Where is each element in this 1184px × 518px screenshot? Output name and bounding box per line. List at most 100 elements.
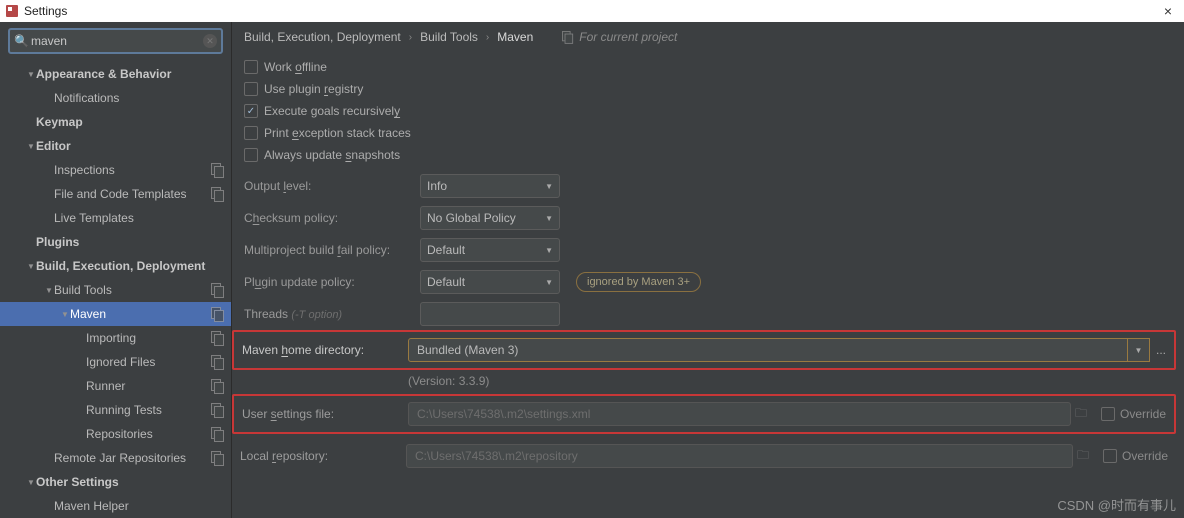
chevron-down-icon: ▼ (545, 182, 553, 191)
sidebar-item-plugins[interactable]: Plugins (0, 230, 231, 254)
sidebar-item-inspections[interactable]: Inspections (0, 158, 231, 182)
checkbox[interactable] (244, 60, 258, 74)
search-input[interactable]: 🔍 ✕ (8, 28, 223, 54)
sidebar-item-label: Repositories (86, 427, 211, 441)
folder-icon[interactable]: 🗀 (1071, 404, 1091, 425)
project-scope-icon (211, 187, 225, 201)
project-scope-icon (211, 283, 225, 297)
sidebar-item-label: Importing (86, 331, 211, 345)
project-scope-icon (211, 427, 225, 441)
checkbox-label: Execute goals recursively (264, 104, 400, 118)
expand-icon: ▼ (60, 310, 70, 319)
sidebar-item-build-tools[interactable]: ▼Build Tools (0, 278, 231, 302)
sidebar-item-repositories[interactable]: Repositories (0, 422, 231, 446)
sidebar-item-label: Inspections (54, 163, 211, 177)
sidebar-item-label: Keymap (36, 115, 225, 129)
sidebar-item-maven-helper[interactable]: Maven Helper (0, 494, 231, 518)
checkbox-option[interactable]: Execute goals recursively (244, 100, 1172, 122)
sidebar-item-notifications[interactable]: Notifications (0, 86, 231, 110)
checkbox-label: Always update snapshots (264, 148, 400, 162)
sidebar-item-label: File and Code Templates (54, 187, 211, 201)
search-icon: 🔍 (14, 34, 29, 48)
sidebar: 🔍 ✕ ▼Appearance & BehaviorNotificationsK… (0, 22, 232, 518)
checkbox[interactable] (244, 126, 258, 140)
sidebar-item-running-tests[interactable]: Running Tests (0, 398, 231, 422)
project-scope-icon (211, 451, 225, 465)
sidebar-item-runner[interactable]: Runner (0, 374, 231, 398)
user-settings-label: User settings file: (242, 407, 408, 421)
checksum-policy-select[interactable]: No Global Policy▼ (420, 206, 560, 230)
sidebar-item-maven[interactable]: ▼Maven (0, 302, 231, 326)
sidebar-item-importing[interactable]: Importing (0, 326, 231, 350)
plugin-update-policy-select[interactable]: Default▼ (420, 270, 560, 294)
sidebar-item-label: Build, Execution, Deployment (36, 259, 225, 273)
breadcrumb-item[interactable]: Build Tools (420, 30, 478, 44)
multiproject-policy-select[interactable]: Default▼ (420, 238, 560, 262)
sidebar-item-label: Other Settings (36, 475, 225, 489)
expand-icon: ▼ (26, 70, 36, 79)
sidebar-item-live-templates[interactable]: Live Templates (0, 206, 231, 230)
user-settings-input[interactable]: C:\Users\74538\.m2\settings.xml (408, 402, 1071, 426)
project-icon (562, 31, 574, 43)
checkbox[interactable] (244, 148, 258, 162)
sidebar-item-editor[interactable]: ▼Editor (0, 134, 231, 158)
maven-home-select[interactable]: Bundled (Maven 3) (408, 338, 1128, 362)
project-scope-icon (211, 163, 225, 177)
multiproject-policy-label: Multiproject build fail policy: (244, 243, 420, 257)
sidebar-item-file-and-code-templates[interactable]: File and Code Templates (0, 182, 231, 206)
chevron-right-icon: › (409, 32, 412, 43)
local-repo-input[interactable]: C:\Users\74538\.m2\repository (406, 444, 1073, 468)
content-panel: Build, Execution, Deployment › Build Too… (232, 22, 1184, 518)
sidebar-item-keymap[interactable]: Keymap (0, 110, 231, 134)
project-scope-icon (211, 379, 225, 393)
checkbox-label: Work offline (264, 60, 327, 74)
checkbox[interactable] (244, 82, 258, 96)
sidebar-item-label: Remote Jar Repositories (54, 451, 211, 465)
app-icon (4, 3, 20, 19)
chevron-down-icon: ▼ (545, 214, 553, 223)
local-repo-label: Local repository: (240, 449, 406, 463)
checkbox-option[interactable]: Use plugin registry (244, 78, 1172, 100)
project-scope-icon (211, 307, 225, 321)
sidebar-item-label: Live Templates (54, 211, 225, 225)
search-field[interactable] (31, 34, 203, 48)
override-user-settings[interactable]: Override (1101, 407, 1166, 421)
sidebar-item-label: Notifications (54, 91, 225, 105)
close-icon[interactable]: × (1156, 3, 1180, 19)
sidebar-item-label: Plugins (36, 235, 225, 249)
breadcrumb: Build, Execution, Deployment › Build Too… (232, 22, 1184, 52)
checkbox-option[interactable]: Always update snapshots (244, 144, 1172, 166)
output-level-select[interactable]: Info▼ (420, 174, 560, 198)
watermark: CSDN @时而有事儿 (1057, 495, 1176, 514)
expand-icon: ▼ (26, 262, 36, 271)
folder-icon[interactable]: 🗀 (1073, 446, 1093, 467)
plugin-update-policy-label: Plugin update policy: (244, 275, 420, 289)
settings-tree: ▼Appearance & BehaviorNotificationsKeyma… (0, 60, 231, 518)
checkbox-option[interactable]: Work offline (244, 56, 1172, 78)
chevron-down-icon: ▼ (545, 278, 553, 287)
sidebar-item-label: Maven Helper (54, 499, 225, 513)
sidebar-item-label: Appearance & Behavior (36, 67, 225, 81)
checkbox-label: Use plugin registry (264, 82, 363, 96)
scope-label: For current project (561, 30, 677, 44)
checkbox-option[interactable]: Print exception stack traces (244, 122, 1172, 144)
sidebar-item-appearance-behavior[interactable]: ▼Appearance & Behavior (0, 62, 231, 86)
checkbox[interactable] (244, 104, 258, 118)
maven-home-dropdown-button[interactable]: ▼ (1128, 338, 1150, 362)
clear-search-icon[interactable]: ✕ (203, 34, 217, 48)
override-local-repo[interactable]: Override (1103, 449, 1168, 463)
sidebar-item-build-execution-deployment[interactable]: ▼Build, Execution, Deployment (0, 254, 231, 278)
ignored-badge: ignored by Maven 3+ (576, 272, 701, 292)
browse-button[interactable]: ... (1156, 343, 1166, 357)
breadcrumb-current: Maven (497, 30, 533, 44)
sidebar-item-remote-jar-repositories[interactable]: Remote Jar Repositories (0, 446, 231, 470)
project-scope-icon (211, 355, 225, 369)
expand-icon: ▼ (26, 478, 36, 487)
threads-input[interactable] (420, 302, 560, 326)
breadcrumb-item[interactable]: Build, Execution, Deployment (244, 30, 401, 44)
sidebar-item-ignored-files[interactable]: Ignored Files (0, 350, 231, 374)
sidebar-item-label: Editor (36, 139, 225, 153)
maven-home-section: Maven home directory: Bundled (Maven 3) … (232, 330, 1176, 370)
sidebar-item-other-settings[interactable]: ▼Other Settings (0, 470, 231, 494)
local-repo-section: Local repository: C:\Users\74538\.m2\rep… (232, 438, 1176, 474)
